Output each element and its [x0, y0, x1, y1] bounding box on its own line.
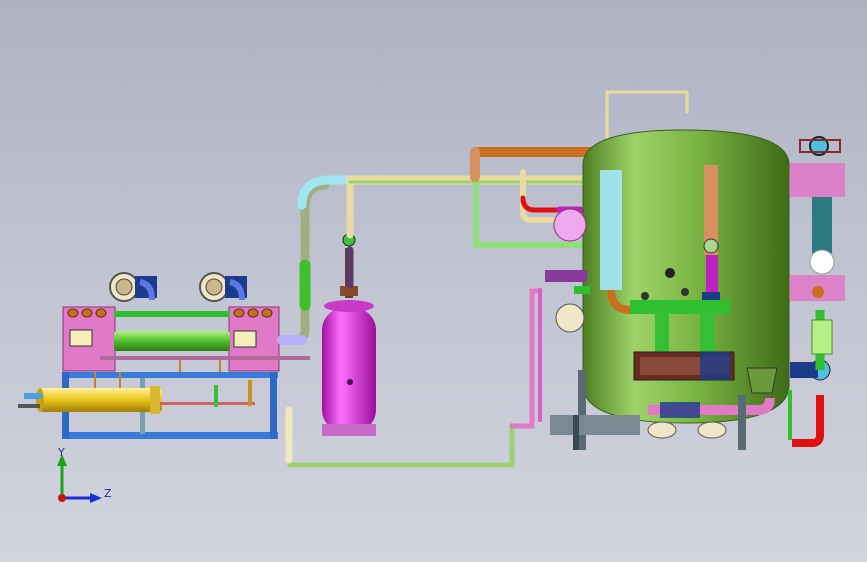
cad-viewport[interactable]: Y Z — [0, 0, 867, 562]
axis-triad: Y Z — [57, 446, 112, 503]
liquid-receiver — [114, 331, 230, 351]
shell-and-tube-condenser — [18, 386, 162, 414]
compressor-skid — [18, 272, 310, 439]
3d-model-view[interactable]: Y Z — [0, 0, 867, 562]
compressor-1 — [109, 272, 157, 302]
z-axis-arrowhead — [90, 493, 102, 503]
z-axis-label: Z — [104, 487, 112, 500]
compressor-2 — [199, 272, 247, 302]
origin-dot — [58, 494, 66, 502]
y-axis-label: Y — [57, 446, 65, 459]
